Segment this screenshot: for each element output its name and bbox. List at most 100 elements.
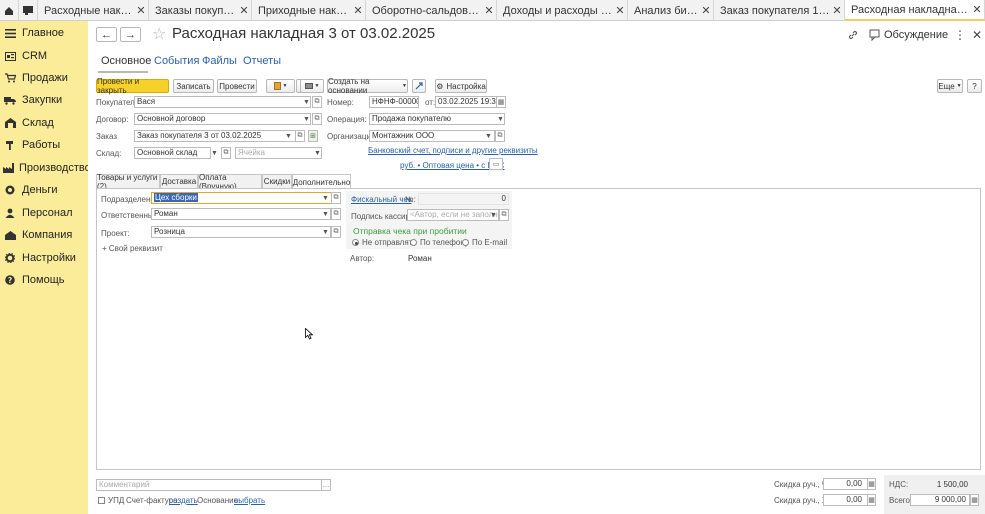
sidebar-item-company[interactable]: Компания [0,225,88,245]
tab-sales-invoice-3[interactable]: Расходная накладная 3 ...✕ [845,0,985,21]
radio-phone[interactable] [410,239,417,246]
tab-goods-services[interactable]: Товары и услуги (2) [96,173,160,191]
settings-button[interactable]: ⚙ Настройка [435,79,487,93]
tab-sales-invoices[interactable]: Расходные накладные✕ [38,0,149,21]
department-field[interactable]: Цех сборки [151,192,341,204]
fiscal-number-field[interactable]: 0 [418,193,509,205]
help-button[interactable]: ? [967,79,982,93]
project-field[interactable]: Розница [151,226,331,238]
fill-by-order-icon[interactable]: ⊞ [308,130,318,142]
upd-checkbox[interactable] [98,497,105,504]
subtab-files[interactable]: Файлы [202,55,237,67]
chevron-down-icon[interactable]: ▼ [284,130,293,142]
tab-payment[interactable]: Оплата (Вручную) [198,173,262,191]
sidebar-item-money[interactable]: Деньги [0,180,88,200]
radio-email[interactable] [462,239,469,246]
calculator-icon[interactable]: ▦ [970,494,979,506]
number-field[interactable]: НФНФ-000003 [369,96,419,108]
close-icon[interactable]: ✕ [699,4,713,17]
operation-field[interactable]: Продажа покупателю [369,113,505,125]
sidebar-item-staff[interactable]: Персонал [0,203,88,223]
structure-icon[interactable] [412,79,426,93]
link-icon[interactable] [847,29,859,44]
subtab-reports[interactable]: Отчеты [243,55,281,67]
open-link-icon[interactable]: ⧉ [221,147,231,159]
radio-no-send[interactable] [352,239,359,246]
chevron-down-icon[interactable]: ▼ [484,130,493,142]
open-link-icon[interactable]: ⧉ [495,130,505,142]
print-structure-button[interactable]: ▼ [266,79,295,93]
post-and-close-button[interactable]: Провести и закрыть [96,77,169,95]
home-icon[interactable] [0,0,19,21]
close-icon[interactable]: ✕ [830,4,844,17]
expand-comment-icon[interactable]: … [321,479,331,491]
sidebar-item-production[interactable]: Производство [0,158,91,178]
more-menu-icon[interactable]: ⋮ [954,28,966,42]
forward-button[interactable]: → [120,27,141,42]
close-icon[interactable]: ✕ [970,3,984,16]
comment-field[interactable]: Комментарий [96,479,330,491]
discussion-icon[interactable] [869,29,881,44]
contract-field[interactable]: Основной договор [134,113,311,125]
close-icon[interactable]: ✕ [134,4,148,17]
calculator-icon[interactable]: ▦ [867,478,876,490]
subtab-main[interactable]: Основное [101,55,151,67]
subtab-events[interactable]: События [154,55,199,67]
own-attribute-link[interactable]: + Свой реквизит [102,244,163,253]
print-preview-icon[interactable]: ▭ [489,158,503,170]
chevron-down-icon[interactable]: ▼ [302,113,311,125]
calendar-icon[interactable]: ▦ [496,96,506,108]
open-link-icon[interactable]: ⧉ [331,226,341,238]
organization-field[interactable]: Монтажник ООО [369,130,495,142]
buyer-field[interactable]: Вася [134,96,311,108]
date-field[interactable]: 03.02.2025 19:31:5 [435,96,497,108]
tab-delivery[interactable]: Доставка [160,174,198,188]
post-button[interactable]: Провести [217,79,257,93]
open-link-icon[interactable]: ⧉ [331,192,341,204]
sidebar-item-main[interactable]: Главное [0,23,88,43]
chevron-down-icon[interactable]: ▼ [489,209,498,221]
close-form-icon[interactable]: ✕ [972,28,982,42]
back-button[interactable]: ← [96,27,117,42]
close-icon[interactable]: ✕ [237,4,251,17]
discussion-button[interactable]: Обсуждение [884,29,948,41]
total-field[interactable]: 9 000,00 [910,494,970,506]
tab-turnover[interactable]: Оборотно-сальдовая ве...✕ [366,0,497,21]
open-link-icon[interactable]: ⧉ [312,113,322,125]
close-icon[interactable]: ✕ [482,4,496,17]
open-link-icon[interactable]: ⧉ [331,208,341,220]
tab-purchase-invoices[interactable]: Приходные накладные✕ [252,0,366,21]
print-button[interactable]: ▼ [300,79,324,93]
calculator-icon[interactable]: ▦ [867,494,876,506]
sidebar-item-purchases[interactable]: Закупки [0,90,88,110]
close-icon[interactable]: ✕ [351,4,365,17]
fiscal-receipt-link[interactable]: Фискальный чек [351,195,412,204]
more-button[interactable]: Еще ▼ [937,79,963,93]
sidebar-item-sales[interactable]: Продажи [0,68,88,88]
tab-customer-orders[interactable]: Заказы покупателей✕ [149,0,252,21]
tab-income-expenses[interactable]: Доходы и расходы по ст...✕ [497,0,628,21]
cashier-field[interactable]: <Автор, если не заполне [407,209,499,221]
responsible-field[interactable]: Роман [151,208,331,220]
open-link-icon[interactable]: ⧉ [312,96,322,108]
save-button[interactable]: Записать [173,79,214,93]
order-field[interactable]: Заказ покупателя 3 от 03.02.2025 [134,130,301,142]
create-based-on-button[interactable]: Создать на основании ▼ [327,77,408,95]
chevron-down-icon[interactable]: ▼ [496,113,505,125]
warehouse-field[interactable]: Основной склад [134,147,211,159]
bank-details-link[interactable]: Банковский счет, подписи и другие реквиз… [368,146,538,155]
basis-select-link[interactable]: выбрать [234,496,265,505]
invoice-create-link[interactable]: создать [169,496,198,505]
open-link-icon[interactable]: ⧉ [295,130,305,142]
open-link-icon[interactable]: ⧉ [499,209,509,221]
sidebar-item-crm[interactable]: CRM [0,46,88,66]
tab-business-analysis[interactable]: Анализ бизнеса✕ [628,0,714,21]
tab-additional[interactable]: Дополнительно [292,174,351,189]
tab-discounts[interactable]: Скидки [262,174,292,188]
sidebar-item-warehouse[interactable]: Склад [0,113,88,133]
chevron-down-icon[interactable]: ▼ [210,147,219,159]
chevron-down-icon[interactable]: ▼ [321,226,330,238]
sidebar-item-settings[interactable]: Настройки [0,248,88,268]
sidebar-item-works[interactable]: Работы [0,135,88,155]
close-icon[interactable]: ✕ [613,4,627,17]
